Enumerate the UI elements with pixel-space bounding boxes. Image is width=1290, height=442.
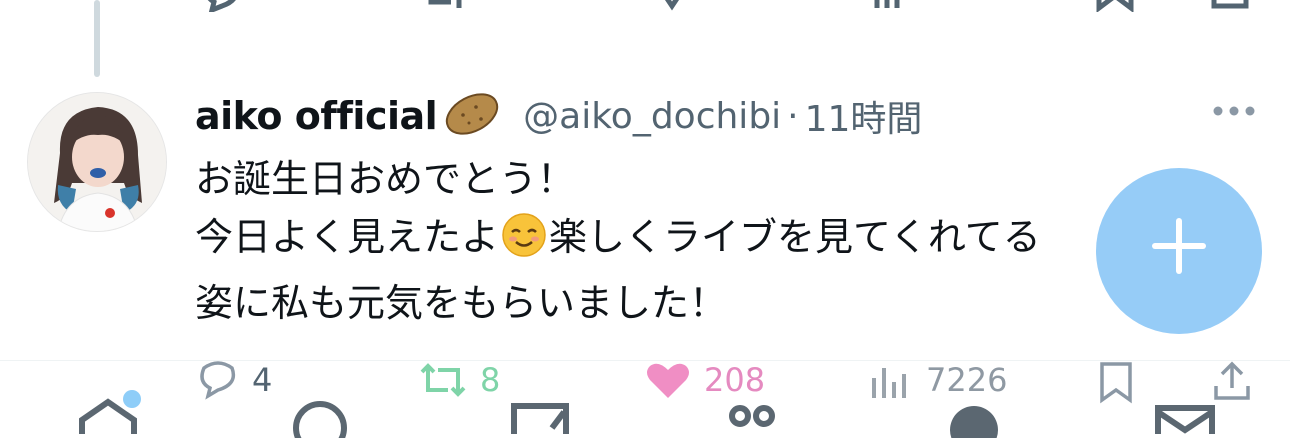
nav-search[interactable] xyxy=(290,398,350,442)
retweet-icon[interactable] xyxy=(425,0,465,16)
view-count: 7226 xyxy=(926,361,1008,399)
nav-profile[interactable] xyxy=(944,398,1004,442)
retweet-button[interactable]: 8 xyxy=(418,360,500,400)
profile-icon xyxy=(950,406,998,442)
timestamp[interactable]: 11時間 xyxy=(805,90,923,142)
potato-emoji-icon xyxy=(443,91,501,141)
reply-icon[interactable] xyxy=(202,0,242,16)
communities-icon xyxy=(729,405,775,427)
tweet-text-line-2: 今日よく見えたよ 楽しくライブを見てくれてる xyxy=(195,208,1215,274)
tweet-text-line-3: 姿に私も元気をもらいました！ xyxy=(195,281,728,325)
retweet-icon xyxy=(420,363,466,397)
views-button[interactable]: 7226 xyxy=(870,360,1007,400)
nav-compose[interactable] xyxy=(508,398,572,442)
thread-connector-line xyxy=(94,0,100,77)
avatar[interactable] xyxy=(27,92,167,232)
retweet-count: 8 xyxy=(480,361,501,399)
nav-messages[interactable] xyxy=(1152,398,1218,442)
bookmark-button[interactable] xyxy=(1096,360,1136,404)
tweet-text: お誕生日おめでとう！ 今日よく見えたよ 楽しくライブを見てくれてる 姿に私も元気を… xyxy=(195,150,1215,332)
share-icon[interactable] xyxy=(1210,0,1250,16)
user-handle[interactable]: @aiko_dochibi xyxy=(523,96,781,137)
like-button[interactable]: 208 xyxy=(644,360,765,400)
bookmark-icon[interactable] xyxy=(1095,0,1135,16)
home-icon xyxy=(79,398,137,434)
views-icon xyxy=(872,368,906,398)
reply-icon xyxy=(200,361,236,400)
bookmark-icon xyxy=(1100,362,1132,404)
like-icon[interactable] xyxy=(652,0,692,16)
plus-icon-bar xyxy=(1152,243,1206,249)
heart-icon xyxy=(647,363,689,398)
messages-icon xyxy=(1155,405,1215,434)
reply-button[interactable]: 4 xyxy=(196,360,272,400)
tweet-text-line-1: お誕生日おめでとう！ xyxy=(195,157,576,201)
tweet-header: aiko official @aiko_dochibi · 11時間 xyxy=(195,86,922,146)
compose-icon xyxy=(511,403,569,434)
reply-count: 4 xyxy=(252,361,273,399)
like-count: 208 xyxy=(704,361,766,399)
tweet-text-segment: 今日よく見えたよ xyxy=(195,215,500,259)
nav-communities[interactable] xyxy=(722,398,782,442)
smiling-face-emoji-icon xyxy=(501,212,547,274)
previous-tweet-actions xyxy=(0,0,1290,15)
views-icon[interactable] xyxy=(873,0,913,16)
nav-home[interactable] xyxy=(76,398,140,442)
display-name[interactable]: aiko official xyxy=(195,94,438,138)
tweet-text-segment: 楽しくライブを見てくれてる xyxy=(549,215,1041,259)
tweet-actions: 4 8 208 7226 xyxy=(0,360,1290,410)
more-options-icon[interactable] xyxy=(1212,96,1256,130)
separator-dot: · xyxy=(787,95,799,137)
search-icon xyxy=(293,401,347,442)
